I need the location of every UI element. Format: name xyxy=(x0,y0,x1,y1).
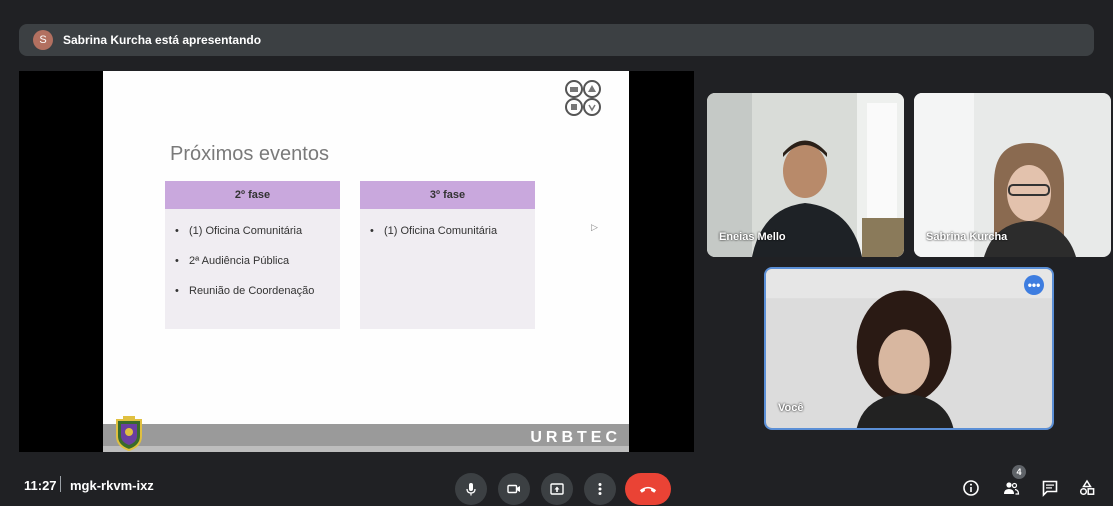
phase-card-3: 3º fase • (1) Oficina Comunitária xyxy=(360,181,535,329)
camera-icon xyxy=(507,484,520,494)
activities-icon xyxy=(1079,479,1095,496)
present-screen-icon xyxy=(550,483,564,495)
list-item: • Reunião de Coordenação xyxy=(175,285,315,297)
activities-button[interactable] xyxy=(1076,477,1098,499)
present-button[interactable] xyxy=(541,473,573,505)
divider xyxy=(60,476,61,492)
chat-button[interactable] xyxy=(1039,477,1061,499)
presenter-label: Sabrina Kurcha está apresentando xyxy=(63,33,262,47)
phase-card-2: 2º fase • (1) Oficina Comunitária • 2ª Aud… xyxy=(165,181,340,329)
slide-brand: URBTEC xyxy=(530,429,621,446)
presenter-banner: S Sabrina Kurcha está apresentando xyxy=(19,24,1094,56)
slide-logo-icon xyxy=(565,80,601,116)
bottom-toolbar: 11:27 mgk-rkvm-ixz xyxy=(0,464,1113,506)
cursor-icon: ▷ xyxy=(591,222,598,232)
presentation-stage[interactable]: Próximos eventos 2º fase • (1) Oficina Co… xyxy=(19,71,694,452)
people-count-badge: 4 xyxy=(1012,465,1026,479)
mic-button[interactable] xyxy=(455,473,487,505)
crest-icon xyxy=(116,416,142,452)
participant-name: Você xyxy=(778,402,804,414)
list-item: • 2ª Audiência Pública xyxy=(175,255,290,267)
participant-video xyxy=(766,269,1052,428)
chat-icon xyxy=(1042,480,1058,497)
more-options-button[interactable]: ••• xyxy=(1024,275,1044,295)
end-call-button[interactable] xyxy=(625,473,671,505)
slide: Próximos eventos 2º fase • (1) Oficina Co… xyxy=(103,71,629,452)
participant-tile[interactable]: Sabrina Kurcha xyxy=(914,93,1111,257)
participant-name: Eneias Mello xyxy=(719,231,786,243)
info-icon xyxy=(963,480,979,496)
end-call-icon xyxy=(639,486,657,493)
participant-tile[interactable]: Eneias Mello xyxy=(707,93,904,257)
people-icon xyxy=(1004,482,1020,495)
people-button[interactable] xyxy=(1000,477,1022,499)
meeting-code: mgk-rkvm-ixz xyxy=(70,478,154,493)
info-button[interactable] xyxy=(960,477,982,499)
more-button[interactable] xyxy=(584,473,616,505)
participant-name: Sabrina Kurcha xyxy=(926,231,1008,243)
phase-header: 3º fase xyxy=(360,181,535,209)
camera-button[interactable] xyxy=(498,473,530,505)
mic-icon xyxy=(466,483,476,496)
list-item: • (1) Oficina Comunitária xyxy=(175,225,303,237)
more-vert-icon xyxy=(598,483,602,495)
presenter-avatar: S xyxy=(33,30,53,50)
clock: 11:27 xyxy=(24,478,57,493)
slide-title: Próximos eventos xyxy=(170,143,329,165)
list-item: • (1) Oficina Comunitária xyxy=(370,225,498,237)
phase-header: 2º fase xyxy=(165,181,340,209)
participant-tile-self[interactable]: ••• Você xyxy=(764,267,1054,430)
slide-footer: URBTEC xyxy=(103,424,629,452)
